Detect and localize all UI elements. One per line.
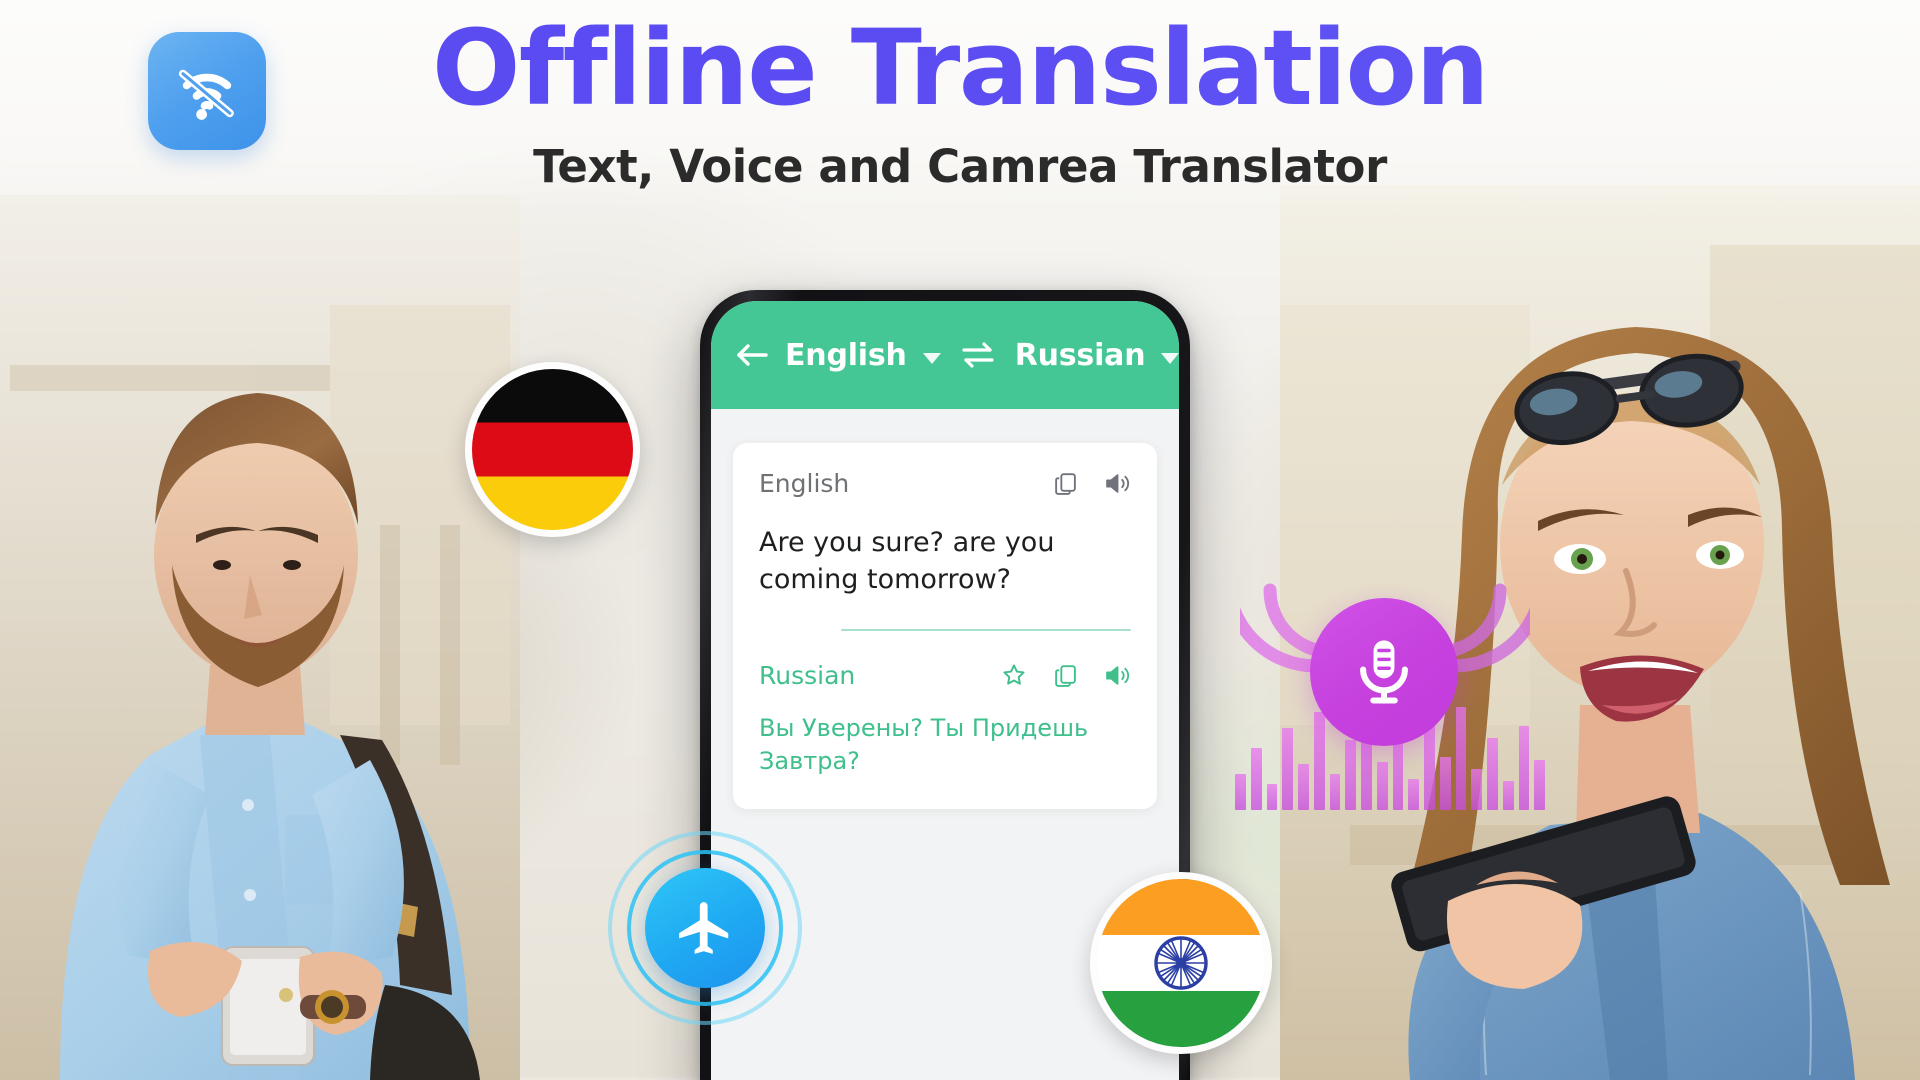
promo-banner: English Russian English Are you sure? ar… <box>0 0 1920 1080</box>
target-text: Вы Уверены? Ты Придешь Завтра? <box>759 713 1089 776</box>
card-divider <box>841 628 1131 631</box>
speaker-icon[interactable] <box>1104 471 1131 496</box>
india-flag-badge <box>1090 872 1272 1054</box>
target-actions <box>1001 662 1131 688</box>
source-language-label: English <box>759 469 850 498</box>
target-language-selector[interactable]: Russian <box>1015 338 1146 373</box>
germany-flag-stripes <box>472 369 633 530</box>
translator-app-bar: English Russian <box>711 301 1179 409</box>
copy-icon[interactable] <box>1053 663 1078 688</box>
chevron-down-icon-source[interactable] <box>922 352 941 364</box>
india-flag-stripes <box>1097 879 1265 1047</box>
airplane-icon <box>674 897 736 959</box>
speaker-icon[interactable] <box>1104 663 1131 688</box>
germany-flag-badge <box>465 362 640 537</box>
chevron-down-icon-target[interactable] <box>1161 352 1179 364</box>
source-language-selector[interactable]: English <box>785 338 907 373</box>
copy-icon[interactable] <box>1053 471 1078 496</box>
man-with-phone <box>0 195 520 1080</box>
ashoka-chakra-icon <box>1154 936 1208 990</box>
star-icon[interactable] <box>1001 662 1027 688</box>
source-actions <box>1053 471 1131 496</box>
title-block: Offline Translation Text, Voice and Camr… <box>0 0 1920 193</box>
page-title: Offline Translation <box>0 0 1920 120</box>
source-header-row: English <box>759 469 1131 498</box>
translation-card: English Are you sure? are you coming tom… <box>733 443 1157 809</box>
back-arrow-icon[interactable] <box>735 342 769 368</box>
page-subtitle: Text, Voice and Camrea Translator <box>533 140 1387 193</box>
target-header-row: Russian <box>759 661 1131 690</box>
microphone-icon <box>1346 634 1422 710</box>
target-language-label: Russian <box>759 660 856 690</box>
promo-header: Offline Translation Text, Voice and Camr… <box>0 0 1920 210</box>
swap-languages-icon[interactable] <box>961 341 995 369</box>
airplane-badge <box>645 868 765 988</box>
source-text: Are you sure? are you coming tomorrow? <box>759 527 1055 596</box>
microphone-badge <box>1310 598 1458 746</box>
